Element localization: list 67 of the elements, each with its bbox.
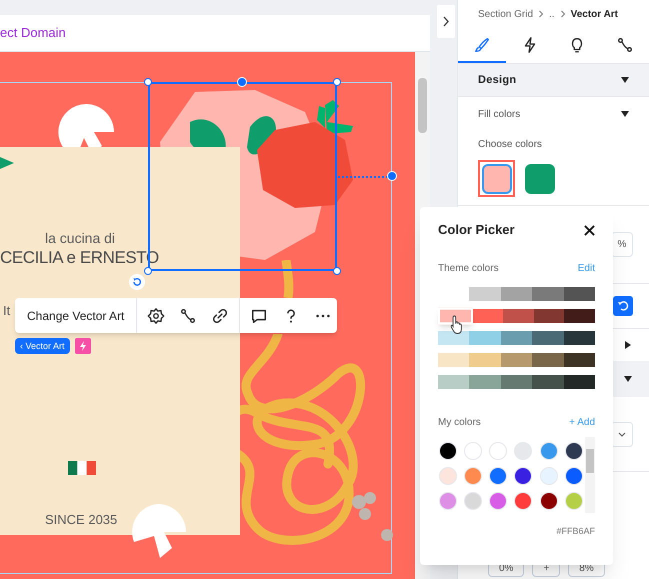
close-icon[interactable] — [584, 224, 595, 236]
color-cell[interactable] — [534, 309, 564, 323]
color-cell[interactable] — [564, 331, 596, 345]
domain-link[interactable]: ect Domain — [0, 23, 66, 43]
brush-icon — [472, 36, 491, 54]
color-cell[interactable] — [564, 375, 596, 389]
color-swatch[interactable] — [478, 160, 515, 197]
color-cell[interactable] — [472, 309, 504, 323]
color-cell[interactable] — [503, 309, 534, 323]
breadcrumb-tag[interactable]: ‹ Vector Art — [15, 338, 70, 354]
scrollbar-thumb[interactable] — [418, 78, 427, 133]
settings-icon[interactable] — [147, 306, 166, 324]
collapse-icon — [621, 76, 629, 84]
flag-icon — [68, 461, 96, 475]
margin-handle[interactable] — [387, 171, 397, 181]
color-cell[interactable] — [532, 331, 564, 345]
stretch-handle[interactable] — [237, 77, 247, 87]
hex-value: #FFB6AF — [555, 525, 595, 538]
color-cell[interactable] — [469, 331, 501, 345]
color-cell[interactable] — [532, 375, 564, 389]
body-text: It — [3, 302, 10, 320]
collapse-icon[interactable] — [624, 375, 632, 383]
color-cell[interactable] — [438, 353, 470, 367]
noodle-drawing — [280, 260, 296, 298]
breadcrumb-item[interactable]: Section Grid — [478, 6, 534, 22]
hand-cursor-icon — [450, 314, 464, 335]
fill-colors-label: Fill colors — [478, 108, 520, 122]
choose-colors-label: Choose colors — [478, 138, 543, 152]
color-cell[interactable] — [469, 353, 501, 367]
rotate-icon[interactable] — [129, 274, 145, 290]
resize-handle[interactable] — [333, 78, 341, 86]
change-art-button[interactable]: Change Vector Art — [15, 298, 138, 333]
resize-handle[interactable] — [144, 78, 152, 86]
color-cell[interactable] — [500, 353, 532, 367]
path-icon[interactable] — [179, 306, 198, 324]
color-cell[interactable] — [532, 353, 564, 367]
color-cell[interactable] — [469, 375, 501, 389]
subtitle-text: la cucina di — [45, 230, 116, 246]
color-cell[interactable] — [500, 375, 532, 389]
my-colors-label: My colors — [438, 416, 481, 430]
color-cell[interactable] — [500, 331, 532, 345]
reset-button[interactable] — [613, 296, 633, 316]
bolt-icon[interactable] — [75, 338, 91, 354]
expand-icon[interactable] — [624, 341, 632, 349]
color-cell[interactable] — [532, 287, 564, 301]
leaf-drawing — [0, 157, 14, 169]
collapse-button[interactable] — [437, 5, 455, 38]
color-cell[interactable] — [564, 353, 596, 367]
path-icon — [616, 36, 634, 54]
scrollbar[interactable] — [585, 437, 595, 513]
breadcrumb-item[interactable]: .. — [549, 6, 555, 22]
color-cell[interactable] — [564, 309, 595, 323]
link-icon[interactable] — [211, 306, 230, 324]
chevron-icon — [538, 10, 544, 18]
theme-colors-label: Theme colors — [438, 262, 499, 276]
color-cell[interactable] — [438, 375, 470, 389]
section-header[interactable]: Design — [458, 64, 649, 97]
resize-handle[interactable] — [333, 267, 341, 275]
since-text: SINCE 2035 — [45, 511, 118, 529]
color-cell[interactable] — [469, 287, 501, 301]
dropdown-icon[interactable] — [621, 110, 629, 118]
color-cell[interactable] — [564, 287, 596, 301]
chevron-icon — [560, 10, 566, 18]
breadcrumb-item: Vector Art — [570, 8, 618, 22]
picker-title: Color Picker — [438, 221, 515, 240]
color-cell[interactable] — [500, 287, 532, 301]
color-cell[interactable] — [438, 331, 470, 345]
